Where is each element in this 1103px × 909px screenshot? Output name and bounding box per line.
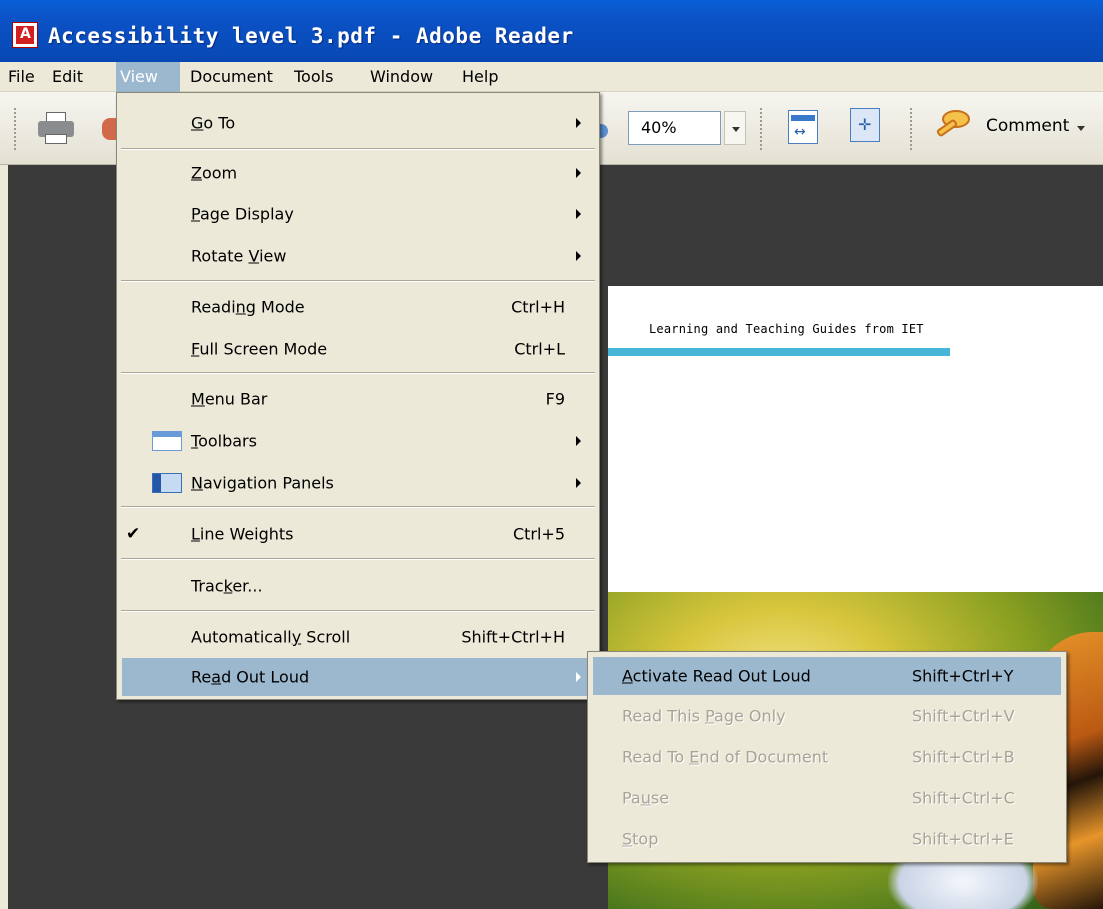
submenu-arrow-icon	[576, 672, 581, 682]
menu-item-label: Read To End of Document	[622, 747, 829, 766]
menu-bar: File Edit View Document Tools Window Hel…	[0, 62, 1103, 92]
menu-item-read-out-loud[interactable]: Read Out Loud	[122, 658, 592, 696]
menu-item-full-screen-mode[interactable]: Full Screen Mode Ctrl+L	[117, 328, 599, 370]
menu-document[interactable]: Document	[186, 62, 277, 92]
menu-item-label: Menu Bar	[191, 389, 268, 409]
view-menu: Go To Zoom Page Display Rotate View Read…	[116, 92, 600, 700]
comment-button[interactable]: Comment	[986, 116, 1069, 136]
menu-item-label: Stop	[622, 829, 659, 848]
menu-item-shortcut: Shift+Ctrl+V	[912, 706, 1015, 725]
menu-file[interactable]: File	[4, 62, 39, 92]
read-out-loud-submenu: Activate Read Out Loud Shift+Ctrl+Y Read…	[587, 651, 1067, 863]
menu-item-label: Full Screen Mode	[191, 339, 328, 359]
submenu-arrow-icon	[576, 436, 581, 446]
menu-item-navigation-panels[interactable]: Navigation Panels	[117, 462, 599, 504]
submenu-arrow-icon	[576, 168, 581, 178]
menu-separator	[121, 558, 595, 560]
toolbar-separator	[760, 108, 764, 150]
navigation-panel-edge	[0, 165, 8, 909]
adobe-reader-icon[interactable]	[12, 22, 38, 48]
submenu-arrow-icon	[576, 209, 581, 219]
menu-item-page-display[interactable]: Page Display	[117, 193, 599, 235]
menu-separator	[121, 372, 595, 374]
menu-item-read-this-page-only[interactable]: Read This Page Only Shift+Ctrl+V	[588, 695, 1066, 736]
submenu-arrow-icon	[576, 118, 581, 128]
header-rule	[608, 348, 950, 356]
menu-item-toolbars[interactable]: Toolbars	[117, 420, 599, 462]
menu-item-read-to-end-of-document[interactable]: Read To End of Document Shift+Ctrl+B	[588, 736, 1066, 777]
menu-item-label: Zoom	[191, 163, 238, 183]
menu-item-label: Toolbars	[191, 431, 257, 451]
menu-item-activate-read-out-loud[interactable]: Activate Read Out Loud Shift+Ctrl+Y	[593, 657, 1061, 695]
menu-item-shortcut: Shift+Ctrl+H	[461, 627, 565, 647]
chevron-down-icon[interactable]	[1077, 126, 1085, 131]
menu-item-shortcut: F9	[545, 389, 565, 409]
menu-item-shortcut: Shift+Ctrl+C	[912, 788, 1015, 807]
menu-item-shortcut: Ctrl+H	[511, 297, 565, 317]
window-title: Accessibility level 3.pdf - Adobe Reader	[48, 24, 574, 48]
print-icon[interactable]	[38, 112, 74, 146]
zoom-dropdown-button[interactable]	[724, 111, 746, 145]
menu-item-shortcut: Shift+Ctrl+B	[912, 747, 1015, 766]
submenu-arrow-icon	[576, 478, 581, 488]
toolbar-grip[interactable]	[14, 108, 18, 150]
menu-separator	[121, 610, 595, 612]
menu-item-label: Activate Read Out Loud	[622, 666, 811, 686]
menu-separator	[121, 506, 595, 508]
check-icon: ✔	[126, 524, 141, 544]
menu-item-label: Reading Mode	[191, 297, 305, 317]
menu-item-label: Read This Page Only	[622, 706, 786, 725]
menu-item-label: Navigation Panels	[191, 473, 334, 493]
menu-item-reading-mode[interactable]: Reading Mode Ctrl+H	[117, 286, 599, 328]
menu-item-stop[interactable]: Stop Shift+Ctrl+E	[588, 818, 1066, 859]
menu-item-pause[interactable]: Pause Shift+Ctrl+C	[588, 777, 1066, 818]
menu-item-zoom[interactable]: Zoom	[117, 153, 599, 193]
menu-view[interactable]: View	[116, 62, 180, 92]
menu-item-label: Line Weights	[191, 524, 294, 544]
menu-item-shortcut: Ctrl+L	[514, 339, 565, 359]
menu-item-label: Read Out Loud	[191, 667, 310, 687]
toolbars-icon	[152, 431, 182, 451]
menu-item-menu-bar[interactable]: Menu Bar F9	[117, 378, 599, 420]
zoom-input[interactable]: 40%	[628, 111, 721, 145]
comment-icon[interactable]	[934, 108, 974, 148]
menu-item-label: Automatically Scroll	[191, 627, 351, 647]
menu-item-tracker[interactable]: Tracker...	[117, 564, 599, 608]
menu-item-go-to[interactable]: Go To	[117, 97, 599, 149]
menu-item-label: Rotate View	[191, 246, 287, 266]
menu-item-shortcut: Shift+Ctrl+E	[912, 829, 1014, 848]
toolbar-separator	[910, 108, 914, 150]
navigation-panels-icon	[152, 473, 182, 493]
menu-item-label: Tracker...	[191, 576, 263, 596]
menu-tools[interactable]: Tools	[290, 62, 337, 92]
menu-help[interactable]: Help	[458, 62, 502, 92]
menu-item-shortcut: Ctrl+5	[512, 524, 565, 544]
submenu-arrow-icon	[576, 251, 581, 261]
fit-width-icon[interactable]	[788, 110, 818, 144]
page-header-text: Learning and Teaching Guides from IET	[649, 322, 924, 336]
menu-edit[interactable]: Edit	[48, 62, 87, 92]
menu-item-label: Page Display	[191, 204, 294, 224]
menu-item-shortcut: Shift+Ctrl+Y	[912, 666, 1014, 686]
title-bar: Accessibility level 3.pdf - Adobe Reader	[0, 0, 1103, 62]
menu-item-line-weights[interactable]: ✔ Line Weights Ctrl+5	[117, 512, 599, 556]
menu-separator	[121, 148, 595, 150]
menu-item-label: Go To	[191, 113, 236, 133]
menu-item-automatically-scroll[interactable]: Automatically Scroll Shift+Ctrl+H	[117, 616, 599, 658]
menu-window[interactable]: Window	[366, 62, 437, 92]
menu-item-label: Pause	[622, 788, 670, 807]
menu-item-rotate-view[interactable]: Rotate View	[117, 235, 599, 277]
fit-page-icon[interactable]	[850, 108, 880, 142]
menu-separator	[121, 280, 595, 282]
